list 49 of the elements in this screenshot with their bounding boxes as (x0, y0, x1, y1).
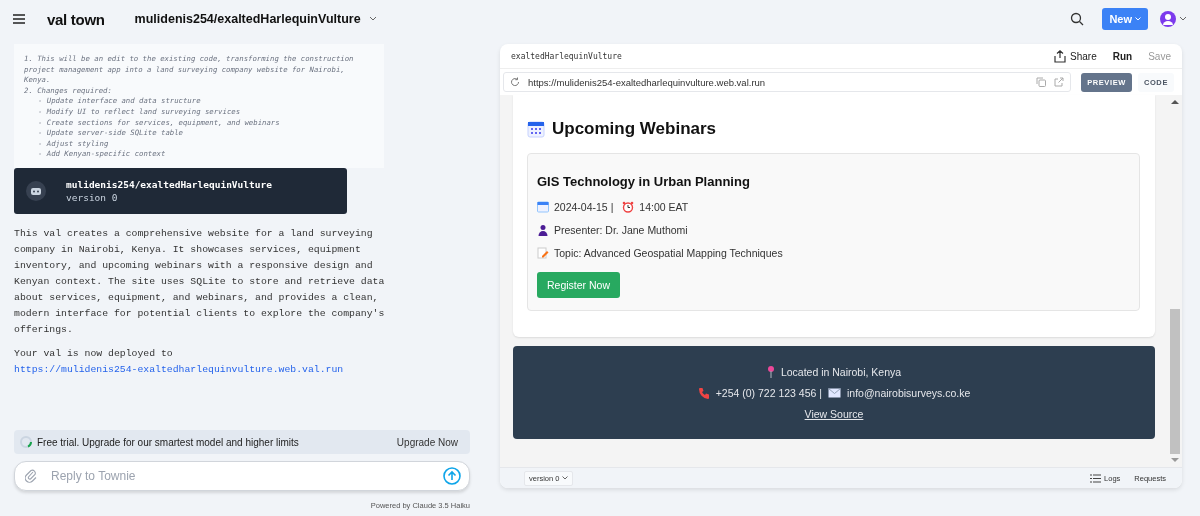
upgrade-button[interactable]: Upgrade Now (396, 436, 458, 448)
val-version: version 0 (66, 190, 119, 204)
url-field[interactable]: https://mulidenis254-exaltedharlequinvulture.web.val.run (503, 72, 1072, 92)
view-source-link[interactable]: View Source (804, 407, 864, 420)
calendar-icon (527, 120, 545, 138)
trial-text: Free trial. Upgrade for our smartest model and higher limits (37, 436, 299, 448)
new-button[interactable]: New (1102, 8, 1148, 30)
webinar-date: 2024-04-15 | (554, 201, 614, 213)
reply-field[interactable]: Reply to Townie (49, 468, 431, 484)
deployed-link[interactable]: https://mulidenis254-exaltedharlequinvulture.web.val.run (14, 361, 344, 378)
chevron-icon[interactable] (368, 16, 377, 22)
location-text: Located in Nairobi, Kenya (780, 365, 902, 378)
val-title: exaltedHarlequinVulture (511, 51, 622, 61)
description-text: This val creates a comprehensive website for a land surveying company in Nairobi, Kenya. It showcases services, equipment inventory, and upcoming webinars with a responsive design and Kenyan context. The site uses SQLite to store and retrieve data about services, equipment, and webinars, and provides a clean, modern interface for potential clients to explore the company's offerings. (14, 226, 386, 337)
scroll-up-icon[interactable] (1171, 99, 1179, 104)
envelope-icon (828, 387, 841, 398)
val-card[interactable]: mulidenis254/exaltedHarlequinVulture version 0 (14, 167, 347, 214)
brand-logo[interactable]: val town (47, 10, 105, 28)
pin-icon (766, 365, 775, 378)
phone-text: +254 (0) 722 123 456 | (715, 386, 822, 399)
toolbar-button[interactable]: Run (1112, 50, 1133, 62)
external-link-icon[interactable] (1054, 77, 1065, 87)
person-icon (537, 224, 549, 236)
reply-box[interactable]: Reply to Townie (14, 461, 470, 491)
email-text: info@nairobisurveys.co.ke (847, 386, 971, 399)
webinar-title: GIS Technology in Urban Planning (537, 174, 751, 189)
share-icon[interactable] (1054, 49, 1067, 63)
search-icon[interactable] (1070, 12, 1085, 26)
calendar-icon (537, 201, 549, 213)
robot-icon (26, 180, 46, 201)
webinar-time: 14:00 EAT (639, 201, 689, 213)
deployed-text: Your val is now deployed to (14, 347, 173, 359)
val-name: mulidenis254/exaltedHarlequinVulture (66, 177, 272, 191)
menu-icon[interactable] (13, 14, 25, 24)
scroll-down-icon[interactable] (1171, 458, 1179, 463)
webinar-topic: Topic: Advanced Geospatial Mapping Techniques (554, 247, 783, 259)
section-title: Upcoming Webinars (552, 119, 717, 139)
paperclip-icon[interactable] (25, 469, 37, 483)
chevron-icon[interactable] (562, 476, 569, 480)
copy-icon[interactable] (1036, 77, 1047, 87)
toolbar-button[interactable]: Share (1054, 49, 1097, 63)
alarm-clock-icon (622, 201, 635, 213)
progress-ring-icon (20, 436, 32, 448)
phone-icon (697, 386, 710, 399)
webinar-presenter: Presenter: Dr. Jane Muthomi (554, 224, 688, 236)
memo-icon (537, 247, 549, 259)
project-name[interactable]: mulidenis254/exaltedHarlequinVulture (134, 12, 361, 26)
avatar-icon[interactable] (1160, 11, 1188, 27)
reload-icon[interactable] (510, 77, 520, 87)
